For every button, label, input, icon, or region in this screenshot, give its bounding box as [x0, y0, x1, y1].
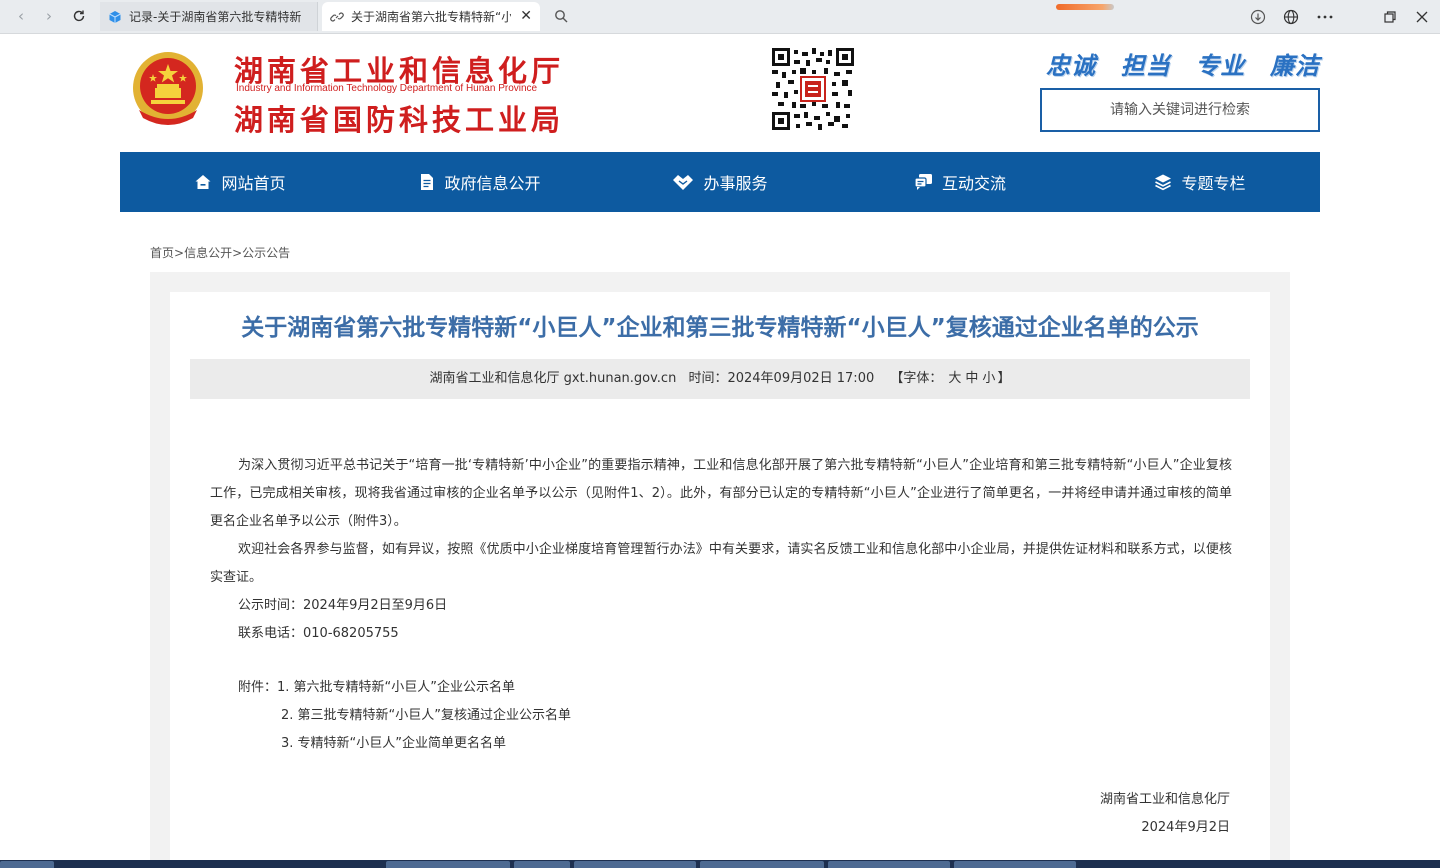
layers-icon: [1155, 174, 1172, 191]
attachment-link-1[interactable]: 1. 第六批专精特新“小巨人”企业公示名单: [277, 680, 515, 695]
link-icon: [330, 10, 344, 24]
nav-item-interaction[interactable]: 互动交流: [840, 152, 1080, 212]
article-title: 关于湖南省第六批专精特新“小巨人”企业和第三批专精特新“小巨人”复核通过企业名单…: [241, 315, 1199, 341]
nav-item-label: 互动交流: [941, 174, 1006, 193]
breadcrumb-separator: >: [174, 246, 185, 260]
article-source: 湖南省工业和信息化厅 gxt.hunan.gov.cn: [429, 371, 677, 386]
slogan-responsibility: 担当: [1120, 52, 1171, 80]
notice-period: 公示时间：2024年9月2日至9月6日: [238, 598, 448, 613]
font-size-small-button[interactable]: 小: [982, 371, 995, 386]
taskbar-button[interactable]: [700, 861, 824, 868]
slogan-professional: 专业: [1195, 52, 1246, 80]
restore-window-icon[interactable]: [1379, 6, 1401, 28]
nav-item-label: 网站首页: [221, 174, 286, 193]
os-taskbar: [0, 860, 1440, 868]
tab-title: 关于湖南省第六批专精特新“小: [351, 10, 511, 24]
article-meta-bar: 湖南省工业和信息化厅 gxt.hunan.gov.cn 时间：2024年09月0…: [190, 359, 1250, 399]
main-nav: 网站首页 政府信息公开 办事服务 互动交流 专题专栏: [120, 152, 1320, 212]
taskbar-button[interactable]: [514, 861, 570, 868]
document-icon: [421, 174, 434, 190]
article-paragraph: 欢迎社会各界参与监督，如有异议，按照《优质中小企业梯度培育管理暂行办法》中有关要…: [210, 542, 1232, 585]
nav-item-home[interactable]: 网站首页: [120, 152, 360, 212]
breadcrumb-home-link[interactable]: 首页: [150, 246, 174, 260]
slogan-loyalty: 忠诚: [1046, 52, 1096, 80]
article-paragraph: 为深入贯彻习近平总书记关于“培育一批‘专精特新’中小企业”的重要指示精神，工业和…: [210, 458, 1232, 529]
close-icon[interactable]: ✕: [520, 8, 532, 24]
breadcrumb-info-link[interactable]: 信息公开: [184, 246, 232, 260]
nav-item-label: 政府信息公开: [444, 174, 541, 193]
signature-date: 2024年9月2日: [1141, 820, 1230, 835]
breadcrumb-notice-link[interactable]: 公示公告: [242, 246, 290, 260]
search-input[interactable]: [1040, 88, 1320, 132]
home-icon: [195, 175, 211, 189]
download-icon[interactable]: [1247, 6, 1269, 28]
nav-item-label: 专题专栏: [1181, 174, 1246, 193]
nav-item-label: 办事服务: [703, 174, 768, 193]
browser-tab-record[interactable]: 记录-关于湖南省第六批专精特新: [100, 2, 318, 31]
breadcrumb-separator: >: [232, 246, 243, 260]
attachment-link-3[interactable]: 3. 专精特新“小巨人”企业简单更名名单: [281, 732, 506, 751]
browser-tab-article[interactable]: 关于湖南省第六批专精特新“小 ✕: [322, 2, 540, 31]
handshake-icon: [673, 175, 694, 190]
search-icon[interactable]: [548, 4, 574, 28]
signature-organization: 湖南省工业和信息化厅: [1099, 792, 1230, 807]
article-body: 为深入贯彻习近平总书记关于“培育一批‘专精特新’中小企业”的重要指示精神，工业和…: [210, 452, 1232, 648]
nav-item-info-disclosure[interactable]: 政府信息公开: [360, 152, 600, 212]
breadcrumb: 首页>信息公开>公示公告: [150, 244, 290, 261]
attachment-list: 附件：1. 第六批专精特新“小巨人”企业公示名单: [238, 676, 515, 695]
taskbar-button[interactable]: [386, 861, 510, 868]
qr-code-icon: [772, 48, 854, 130]
national-emblem-icon: [133, 52, 203, 125]
browser-chrome: ‹ › 记录-关于湖南省第六批专精特新 关于湖南省第六批专精特新“小 ✕: [0, 0, 1440, 34]
refresh-icon[interactable]: [66, 4, 92, 28]
nav-item-services[interactable]: 办事服务: [600, 152, 840, 212]
font-size-label-close: 】: [997, 371, 1011, 386]
more-icon[interactable]: [1314, 6, 1336, 28]
globe-icon[interactable]: [1280, 6, 1302, 28]
cube-icon: [108, 10, 122, 24]
taskbar-button[interactable]: [954, 861, 1076, 868]
forward-icon[interactable]: ›: [36, 4, 62, 28]
slogan-bar: 忠诚 担当 专业 廉洁: [1046, 46, 1320, 81]
site-title-secondary: 湖南省国防科技工业局: [234, 103, 565, 137]
taskbar-button[interactable]: [0, 861, 54, 868]
font-size-large-button[interactable]: 大: [948, 371, 961, 386]
tab-title: 记录-关于湖南省第六批专精特新: [129, 10, 302, 24]
slogan-integrity: 廉洁: [1269, 52, 1320, 80]
download-progress: [1056, 4, 1114, 10]
article-time: 时间：2024年09月02日 17:00: [688, 371, 875, 386]
attachment-link-2[interactable]: 2. 第三批专精特新“小巨人”复核通过企业公示名单: [281, 704, 571, 723]
taskbar-button[interactable]: [828, 861, 950, 868]
font-size-label: 【字体：: [890, 371, 943, 386]
close-window-icon[interactable]: [1411, 6, 1433, 28]
chat-icon: [914, 174, 932, 190]
nav-item-special-topics[interactable]: 专题专栏: [1080, 152, 1320, 212]
taskbar-button[interactable]: [574, 861, 696, 868]
back-icon[interactable]: ‹: [8, 4, 34, 28]
contact-phone: 联系电话：010-68205755: [238, 626, 399, 641]
site-subtitle-english: Industry and Information Technology Depa…: [236, 83, 538, 94]
attachments-label: 附件：: [238, 680, 278, 695]
font-size-medium-button[interactable]: 中: [965, 371, 978, 386]
